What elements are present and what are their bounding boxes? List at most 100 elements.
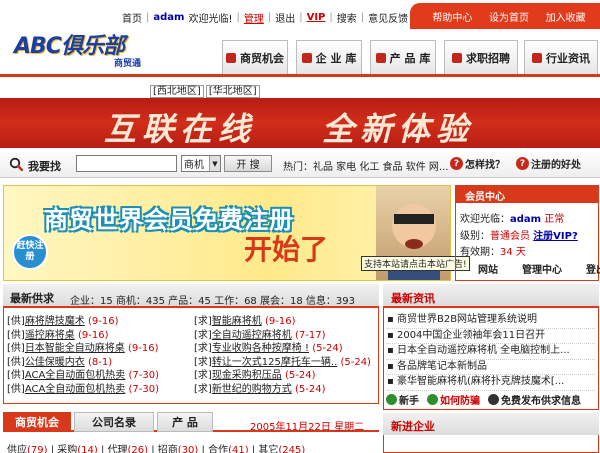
news-item[interactable]: ▪ 日本全自动遥控麻将机 全电脑控制上...: [387, 344, 595, 360]
banner-text-right: 全新体验: [322, 110, 475, 148]
member-center-title: 会员中心: [455, 185, 599, 203]
news-item[interactable]: ▪ 2004中国企业领袖年会11日召开: [387, 329, 595, 345]
member-level: 级别：普通会员 注册VIP?: [460, 227, 578, 242]
member-status: 正常: [544, 214, 565, 225]
top-utility-bar: 首页 | adam 欢迎光临! | 管理 | 退出 | VIP | 搜索 | 意见反馈: [118, 9, 412, 25]
site-logo[interactable]: ABC俱乐部 商贸通: [6, 28, 176, 70]
manage-link[interactable]: 管理: [240, 10, 268, 25]
list-item[interactable]: [求]现金采购积压品 (5-24): [194, 369, 371, 383]
list-item[interactable]: [供]公佳保暖内衣 (8-1): [7, 356, 159, 370]
category-counts: 供应(79) | 采购(14) | 代理(26) | 招商(30) | 合作(4…: [7, 441, 305, 453]
search-input[interactable]: [76, 155, 177, 172]
logo-subtext: 商贸通: [114, 59, 142, 69]
tab-company-directory[interactable]: 公司名录: [74, 412, 154, 432]
nav-tab-label: 商贸机会: [240, 51, 284, 65]
supply-list: [供]麻将牌技魔术 (9-16) [供]遥控麻将桌 (9-16) [供]日本智能…: [7, 315, 159, 397]
logout-link[interactable]: 退出: [271, 10, 299, 25]
category-link[interactable]: 招商(30): [158, 445, 199, 453]
category-link[interactable]: 采购(14): [57, 445, 98, 453]
ad-tooltip: 支持本站请点击本站广告!: [361, 256, 470, 271]
search-link[interactable]: 搜索: [333, 10, 361, 25]
newbie-link[interactable]: 新手: [386, 392, 419, 407]
list-item[interactable]: [求]新世纪的购物方式 (5-24): [194, 383, 371, 397]
add-favorite-link[interactable]: 加入收藏: [546, 9, 586, 24]
logo-text: ABC俱乐部: [14, 34, 125, 59]
feedback-link[interactable]: 意见反馈: [364, 10, 412, 25]
news-list: ▪ 商贸世界B2B网站管理系统说明 ▪ 2004中国企业领袖年会11日召开 ▪ …: [387, 313, 595, 391]
member-site-link[interactable]: 网站: [478, 261, 498, 276]
shield-icon: [427, 394, 438, 405]
demand-list: [求]智能麻将机 (9-16) [求]全自动遥控麻将机 (7-17) [求]专业…: [194, 315, 371, 397]
search-label: 我要找: [28, 160, 61, 173]
register-benefits-link[interactable]: ? 注册的好处: [516, 156, 581, 171]
member-username: adam: [510, 214, 542, 225]
free-post-link[interactable]: 免费发布供求信息: [488, 392, 581, 407]
new-enterprise-title: 新进企业: [391, 420, 435, 433]
list-item[interactable]: [供]ACA全自动面包机热卖 (7-30): [7, 369, 159, 383]
newbie-icon: [386, 394, 397, 405]
list-item[interactable]: [供]遥控麻将桌 (9-16): [7, 329, 159, 343]
nav-tab-trade[interactable]: 商贸机会: [222, 40, 288, 74]
set-homepage-link[interactable]: 设为首页: [489, 9, 529, 24]
nav-tab-jobs[interactable]: 求职招聘: [444, 40, 518, 74]
news-item[interactable]: ▪ 各品牌笔记本新制品: [387, 360, 595, 376]
list-item[interactable]: [供]日本智能全自动麻将桌 (9-16): [7, 342, 159, 356]
nav-tab-label: 产 品 库: [389, 51, 431, 65]
supply-demand-title: 最新供求: [10, 292, 54, 305]
help-center-link[interactable]: 帮助中心: [432, 9, 472, 24]
nav-tab-company[interactable]: 企 业 库: [296, 40, 362, 74]
region-links: [西北地区] [华北地区]: [150, 82, 262, 98]
nav-icon: [532, 52, 542, 63]
tab-trade-opportunity[interactable]: 商贸机会: [3, 412, 71, 432]
search-icon: [9, 157, 23, 171]
how-to-search-link[interactable]: ? 怎样找？: [450, 156, 505, 171]
list-item[interactable]: [求]转让一次式125摩托车一辆.. (5-24): [194, 356, 371, 370]
category-link[interactable]: 其它(245): [258, 445, 305, 453]
category-link[interactable]: 合作(41): [208, 445, 249, 453]
nav-icon: [375, 52, 386, 63]
hot-keywords[interactable]: 热门：礼品 家电 化工 食品 软件 网...: [283, 158, 448, 173]
list-item[interactable]: [求]智能麻将机 (9-16): [194, 315, 371, 329]
welcome-text: 欢迎光临!: [188, 13, 233, 25]
username-label: adam: [153, 11, 185, 23]
category-link[interactable]: 代理(26): [108, 445, 149, 453]
region-northwest[interactable]: [西北地区]: [150, 85, 204, 98]
news-item[interactable]: ▪ 豪华智能麻将机(麻将扑克牌技魔术[...: [387, 375, 595, 391]
banner-text-left: 互联在线: [104, 110, 257, 148]
question-icon: ?: [450, 157, 463, 170]
search-button[interactable]: 开 搜: [224, 155, 272, 172]
member-welcome: 欢迎光临：adam 正常: [460, 210, 564, 225]
level-prefix: 级别：: [460, 231, 490, 242]
nav-icon: [226, 52, 236, 63]
member-logout-link[interactable]: 登出: [586, 261, 600, 276]
list-item[interactable]: [求]全自动遥控麻将机 (7-17): [194, 329, 371, 343]
home-link[interactable]: 首页: [118, 10, 146, 25]
list-item[interactable]: [求]专业收购各种按摩椅 ! (5-24): [194, 342, 371, 356]
anti-fraud-link[interactable]: 如何防骗: [427, 392, 480, 407]
region-north[interactable]: [华北地区]: [205, 85, 260, 98]
search-type-select[interactable]: 商机 ▼: [181, 155, 221, 172]
nav-icon: [452, 52, 462, 63]
list-item[interactable]: [供]ACA全自动面包机热卖 (7-30): [7, 383, 159, 397]
expire-value: 34 天: [500, 247, 526, 258]
member-level-value: 普通会员: [490, 231, 530, 242]
vip-link[interactable]: VIP: [303, 12, 330, 23]
news-item[interactable]: ▪ 商贸世界B2B网站管理系统说明: [387, 313, 595, 329]
list-item[interactable]: [供]麻将牌技魔术 (9-16): [7, 315, 159, 329]
nav-divider: [0, 74, 600, 77]
tab-products[interactable]: 产 品: [157, 412, 213, 432]
promo-banner: 互联在线 全新体验: [0, 98, 600, 148]
news-quick-links: 新手 如何防骗 免费发布供求信息: [386, 392, 581, 407]
ad-headline: 开始了: [244, 233, 329, 266]
nav-tab-news[interactable]: 行业资讯: [524, 40, 598, 74]
top-right-links: 帮助中心 设为首页 加入收藏: [410, 3, 600, 29]
ad-badge: 赶快注册: [12, 234, 48, 270]
register-benefits-label: 注册的好处: [531, 160, 581, 171]
register-vip-link[interactable]: 注册VIP?: [533, 231, 578, 242]
nav-tab-product[interactable]: 产 品 库: [370, 40, 436, 74]
member-manage-link[interactable]: 管理中心: [522, 261, 562, 276]
category-link[interactable]: 供应(79): [7, 445, 48, 453]
question-icon: ?: [516, 157, 529, 170]
nav-tab-label: 行业资讯: [546, 51, 590, 65]
welcome-prefix: 欢迎光临：: [460, 214, 510, 225]
